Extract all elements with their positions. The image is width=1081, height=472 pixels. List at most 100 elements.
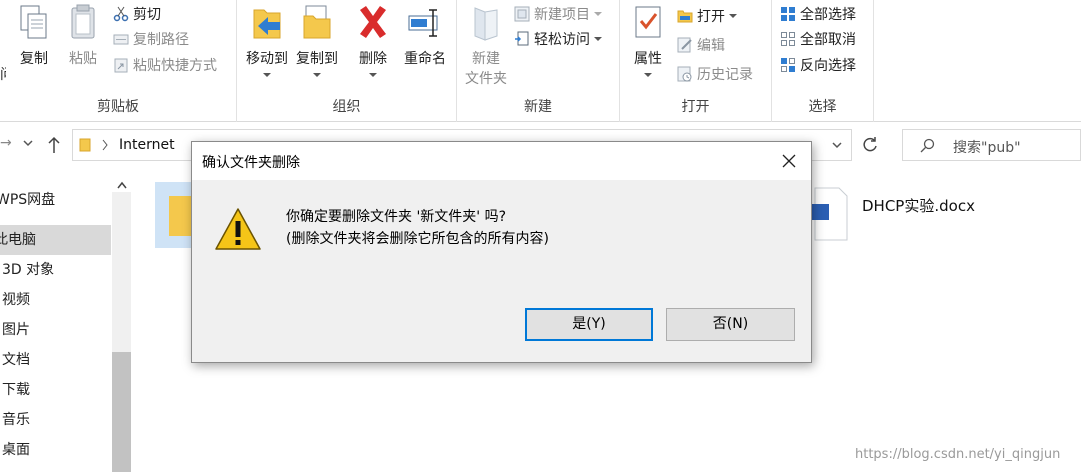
cut-label: 剪切 <box>133 7 161 23</box>
confirm-folder-delete-dialog: 确认文件夹删除 你确定要删除文件夹 '新文件夹' 吗? (删除文件夹将会删除它所… <box>191 141 812 363</box>
rename-button[interactable]: 重命名 <box>397 4 453 68</box>
copy-path-label: 复制路径 <box>133 32 189 48</box>
paste-shortcut-button[interactable]: 粘贴快捷方式 <box>113 55 217 77</box>
docx-file-icon[interactable] <box>811 184 851 244</box>
sidebar-item-desktop[interactable]: 桌面 <box>2 435 113 465</box>
sidebar-item-videos[interactable]: 视频 <box>2 285 113 315</box>
properties-caret-icon <box>644 73 652 77</box>
select-none-button[interactable]: 全部取消 <box>780 29 856 51</box>
clipboard-group: 问 复制 粘贴 剪切 复制路径 粘贴快捷方式 剪贴板 <box>0 0 237 122</box>
easy-access-label: 轻松访问 <box>534 32 590 48</box>
copy-label: 复制 <box>20 51 48 67</box>
warning-icon <box>214 205 262 257</box>
copy-icon <box>17 4 51 42</box>
sidebar-item-downloads[interactable]: 下载 <box>2 375 113 405</box>
move-to-icon <box>250 4 284 42</box>
select-group-label: 选择 <box>808 99 837 115</box>
cut-button[interactable]: 剪切 <box>113 4 161 26</box>
open-group: 属性 打开 编辑 历史记录 打开 <box>620 0 772 122</box>
recent-locations-chevron-icon[interactable] <box>22 133 34 157</box>
breadcrumb-internet[interactable]: Internet <box>119 137 175 153</box>
breadcrumb-separator-icon[interactable] <box>101 138 109 156</box>
rename-icon <box>408 4 442 42</box>
copy-button[interactable]: 复制 <box>12 4 56 68</box>
copy-path-button[interactable]: 复制路径 <box>113 29 189 51</box>
organize-group-label: 组织 <box>332 99 361 115</box>
properties-icon <box>631 4 665 42</box>
organize-group: 移动到 复制到 删除 重命名 组织 <box>237 0 457 122</box>
move-to-label: 移动到 <box>246 51 288 67</box>
sidebar-item-3d[interactable]: 3D 对象 <box>2 255 113 285</box>
edit-button[interactable]: 编辑 <box>677 35 725 57</box>
easy-access-button[interactable]: 轻松访问 <box>514 29 602 51</box>
copy-to-button[interactable]: 复制到 <box>292 4 342 84</box>
forward-arrow-icon[interactable]: → <box>0 135 12 151</box>
new-folder-button[interactable]: 新建 文件夹 <box>461 4 511 88</box>
edit-label: 编辑 <box>697 38 725 54</box>
selected-folder-item[interactable] <box>155 182 195 248</box>
open-caret-icon <box>729 14 737 18</box>
open-folder-icon <box>677 8 693 24</box>
paste-button[interactable]: 粘贴 <box>62 4 104 68</box>
scissors-icon <box>113 6 129 22</box>
dialog-message-line1: 你确定要删除文件夹 '新文件夹' 吗? <box>286 209 507 225</box>
rename-label: 重命名 <box>404 51 446 67</box>
delete-button[interactable]: 删除 <box>353 4 393 84</box>
dialog-title: 确认文件夹删除 <box>202 155 300 171</box>
new-folder-label-1: 新建 <box>472 51 500 67</box>
select-all-label: 全部选择 <box>800 7 856 23</box>
file-name-label[interactable]: DHCP实验.docx <box>862 195 975 216</box>
delete-label: 删除 <box>359 51 387 67</box>
copy-path-icon <box>113 31 129 47</box>
sidebar-item-wps[interactable]: WPS网盘 <box>0 185 107 215</box>
move-to-caret-icon <box>263 73 271 77</box>
clipboard-group-label: 剪贴板 <box>97 99 139 115</box>
address-dropdown-icon[interactable] <box>831 138 843 156</box>
sidebar-item-this-pc[interactable]: 此电脑 <box>0 225 111 255</box>
properties-label: 属性 <box>634 51 662 67</box>
history-icon <box>677 66 693 82</box>
new-group-label: 新建 <box>524 99 552 115</box>
move-to-button[interactable]: 移动到 <box>242 4 292 84</box>
refresh-icon[interactable] <box>860 135 880 159</box>
paste-icon <box>66 4 100 42</box>
sidebar-item-pictures[interactable]: 图片 <box>2 315 113 345</box>
new-group: 新建 文件夹 新建项目 轻松访问 新建 <box>457 0 620 122</box>
search-icon <box>919 138 935 158</box>
new-item-icon <box>514 6 530 22</box>
paste-shortcut-label: 粘贴快捷方式 <box>133 58 217 74</box>
open-label: 打开 <box>697 9 725 25</box>
delete-caret-icon <box>369 73 377 77</box>
sidebar-item-music[interactable]: 音乐 <box>2 405 113 435</box>
new-folder-label-2: 文件夹 <box>465 71 507 87</box>
navigation-pane: WPS网盘 此电脑 3D 对象 视频 图片 文档 下载 音乐 桌面 <box>0 170 132 472</box>
copy-to-label: 复制到 <box>296 51 338 67</box>
invert-selection-label: 反向选择 <box>800 58 856 74</box>
paste-shortcut-icon <box>113 57 129 73</box>
new-item-caret-icon <box>594 12 602 16</box>
yes-button[interactable]: 是(Y) <box>525 308 653 341</box>
new-item-button[interactable]: 新建项目 <box>514 4 602 26</box>
copy-to-icon <box>300 4 334 42</box>
dialog-title-bar[interactable]: 确认文件夹删除 <box>192 142 811 180</box>
select-none-label: 全部取消 <box>800 32 856 48</box>
no-button[interactable]: 否(N) <box>666 308 795 341</box>
new-folder-icon <box>469 4 503 42</box>
open-button[interactable]: 打开 <box>677 6 737 28</box>
copy-to-caret-icon <box>313 73 321 77</box>
sidebar-scrollbar-thumb[interactable] <box>112 352 131 472</box>
properties-button[interactable]: 属性 <box>628 4 668 84</box>
close-icon[interactable] <box>767 142 811 180</box>
sidebar-item-documents[interactable]: 文档 <box>2 345 113 375</box>
edit-icon <box>677 37 693 53</box>
sidebar-item-this-pc-label: 此电脑 <box>0 232 36 248</box>
select-all-button[interactable]: 全部选择 <box>780 4 856 26</box>
easy-access-caret-icon <box>594 37 602 41</box>
history-button[interactable]: 历史记录 <box>677 64 753 86</box>
up-arrow-icon[interactable] <box>46 135 62 159</box>
open-group-label: 打开 <box>681 99 710 115</box>
new-item-label: 新建项目 <box>534 7 590 23</box>
search-box[interactable]: 搜索"pub" <box>902 129 1081 161</box>
watermark-text: https://blog.csdn.net/yi_qingjun <box>855 447 1061 462</box>
invert-selection-button[interactable]: 反向选择 <box>780 55 856 77</box>
